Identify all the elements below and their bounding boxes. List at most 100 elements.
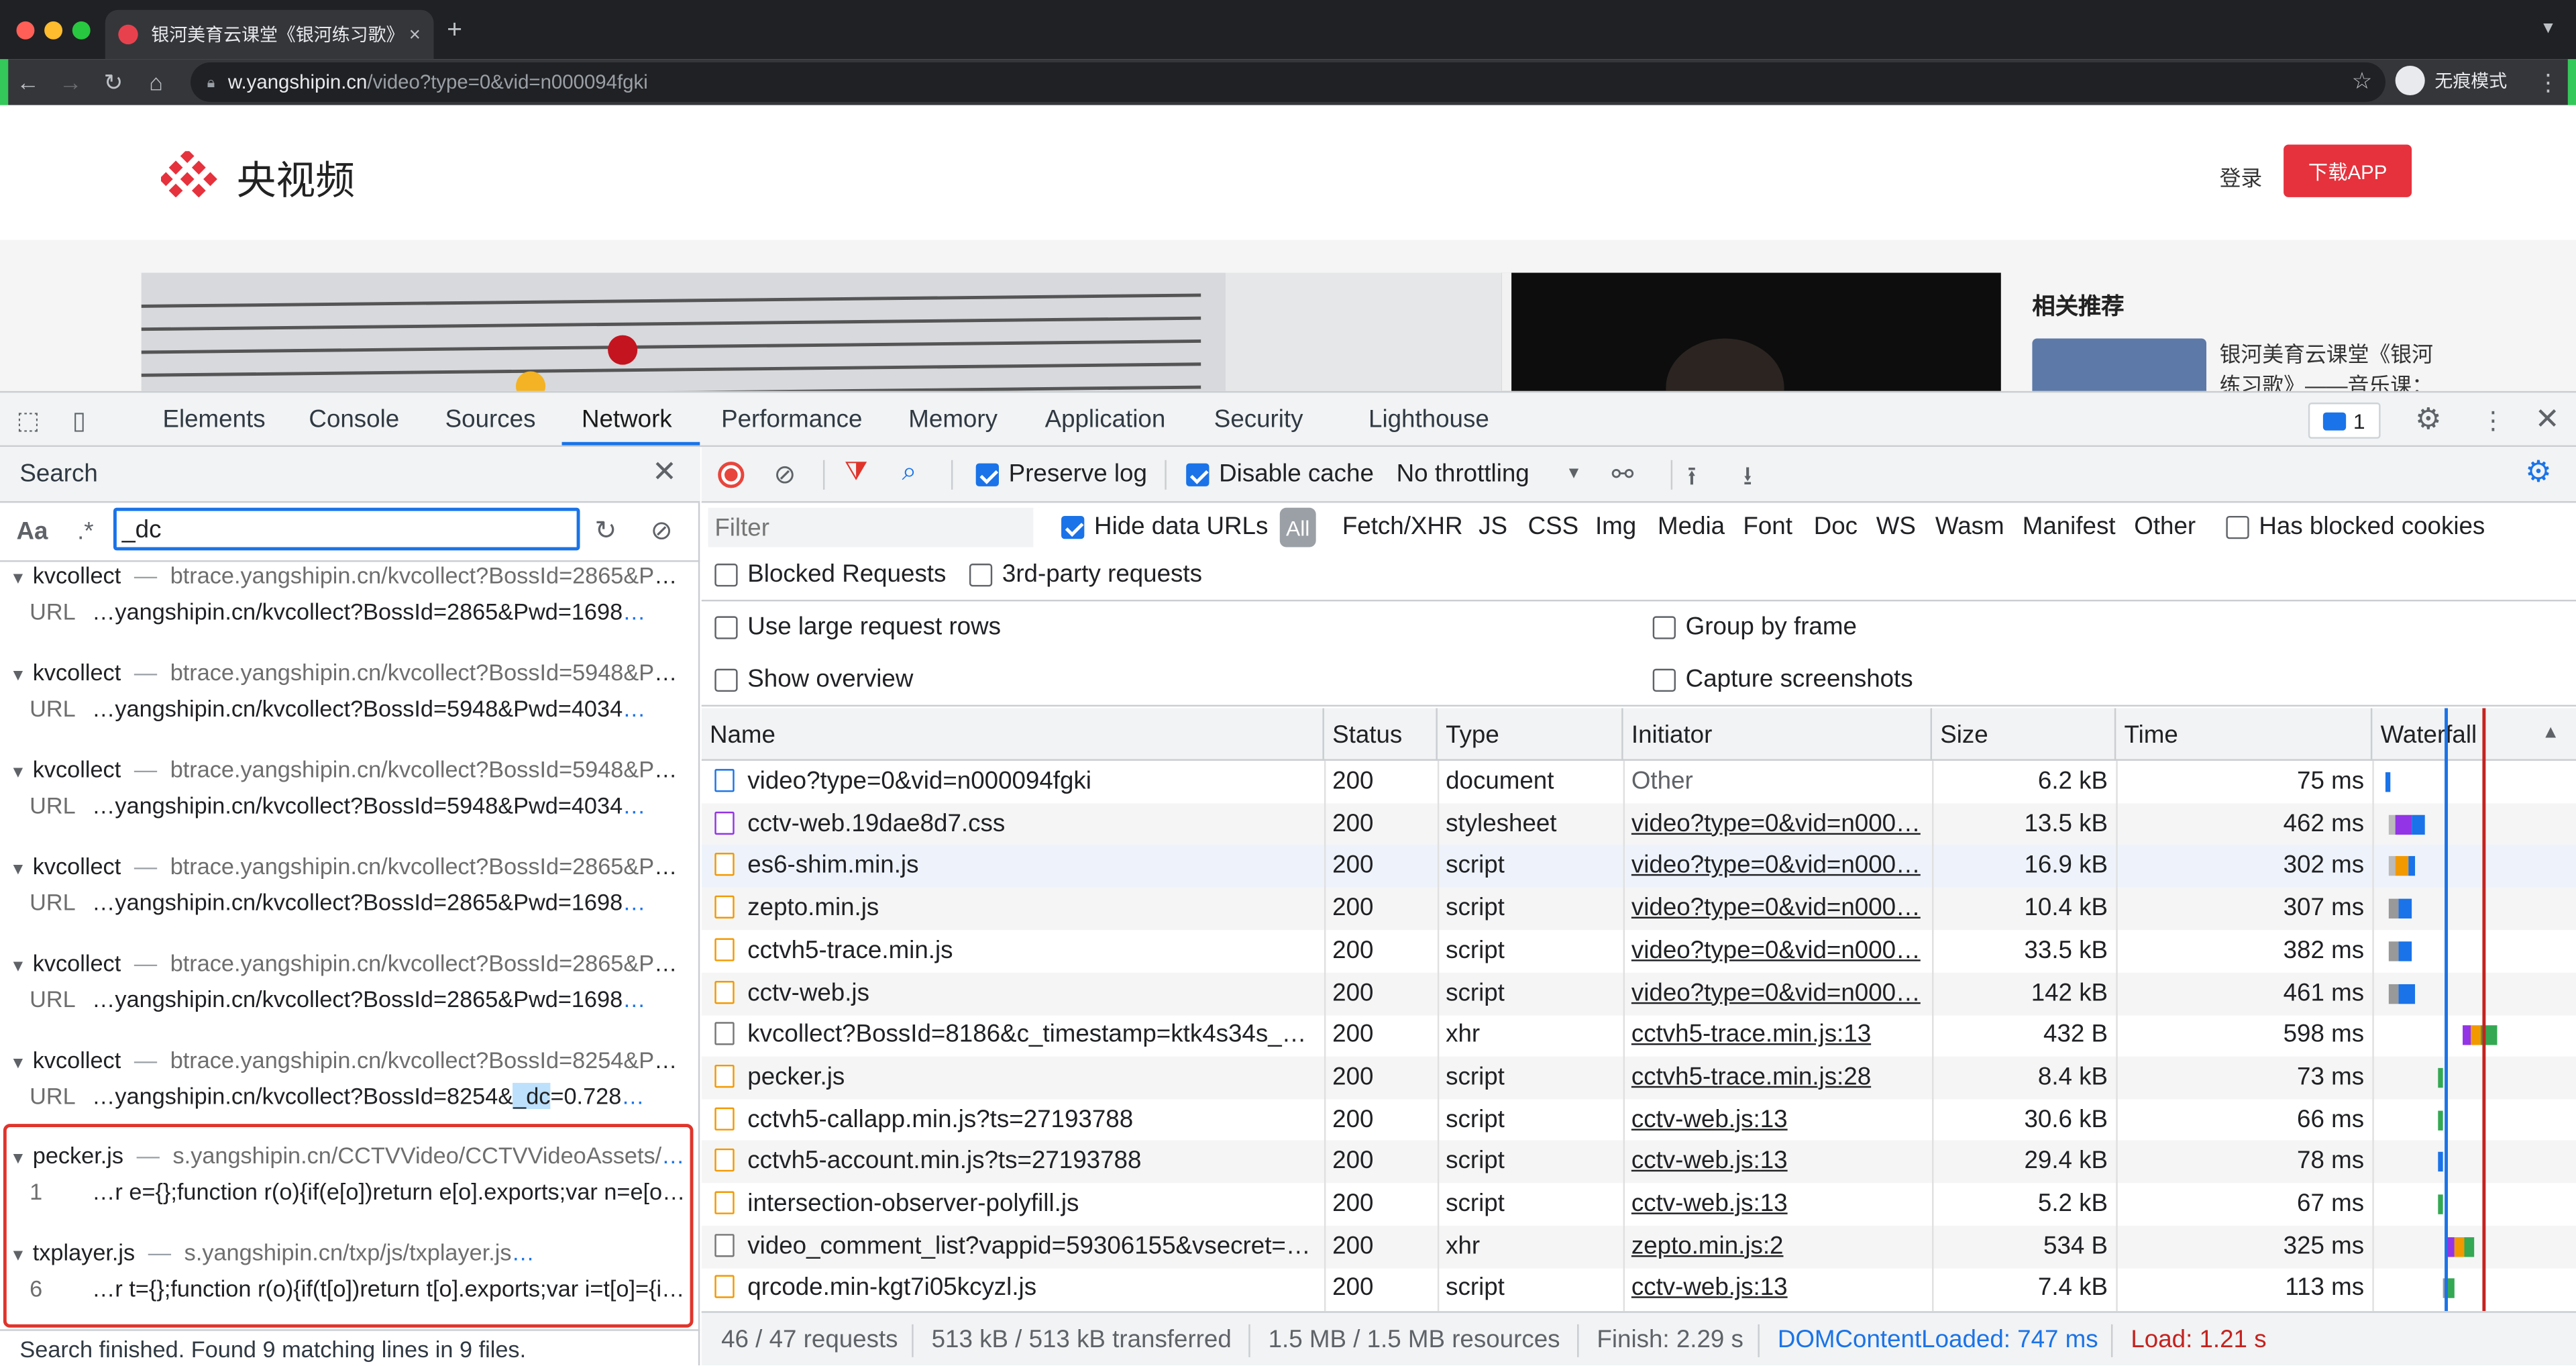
browser-menu-icon[interactable]: ⋮: [2536, 69, 2559, 97]
request-initiator[interactable]: cctv-web.js:13: [1623, 1098, 1932, 1141]
type-filter-fetch-xhr[interactable]: Fetch/XHR: [1342, 513, 1463, 541]
search-result-line[interactable]: URL …yangshipin.cn/kvcollect?BossId=8254&…: [30, 1082, 690, 1119]
search-result-group[interactable]: ▼ kvcollect — btrace.yangshipin.cn/kvcollec…: [0, 853, 700, 945]
request-name-cell[interactable]: kvcollect?BossId=8186&c_timestamp=ktk4s3…: [702, 1014, 1324, 1057]
table-row[interactable]: cctvh5-trace.min.js 200 script video?type=0…: [702, 930, 2576, 973]
tab-console[interactable]: Console: [309, 406, 399, 434]
tab-close-icon[interactable]: ×: [409, 23, 421, 46]
related-video-thumbnail[interactable]: [2032, 338, 2207, 391]
request-name-cell[interactable]: video?type=0&vid=n000094fgki: [702, 761, 1324, 804]
request-initiator[interactable]: cctv-web.js:13: [1623, 1141, 1932, 1184]
search-result-file[interactable]: ▼ kvcollect — btrace.yangshipin.cn/kvcollec…: [10, 659, 690, 695]
column-header-status[interactable]: Status: [1324, 708, 1438, 761]
disable-cache-checkbox[interactable]: Disable cache: [1186, 460, 1374, 488]
type-filter-css[interactable]: CSS: [1528, 513, 1579, 541]
type-filter-js[interactable]: JS: [1479, 513, 1507, 541]
tab-search-icon[interactable]: ▼: [2540, 19, 2556, 38]
column-header-initiator[interactable]: Initiator: [1623, 708, 1933, 761]
column-header-time[interactable]: Time: [2116, 708, 2373, 761]
search-result-file[interactable]: ▼ kvcollect — btrace.yangshipin.cn/kvcollec…: [10, 950, 690, 986]
table-row[interactable]: cctv-web.js 200 script video?type=0&vid=n00…: [701, 971, 2576, 1015]
type-filter-doc[interactable]: Doc: [1814, 513, 1858, 541]
new-tab-button[interactable]: +: [447, 16, 462, 46]
tab-security[interactable]: Security: [1214, 406, 1303, 434]
capture-screenshots-checkbox[interactable]: Capture screenshots: [1652, 666, 1913, 693]
type-filter-img[interactable]: Img: [1595, 513, 1636, 541]
expand-triangle-icon[interactable]: ▼: [10, 667, 26, 685]
tab-network[interactable]: Network: [582, 406, 672, 434]
expand-triangle-icon[interactable]: ▼: [10, 570, 26, 588]
request-name-cell[interactable]: zepto.min.js: [702, 888, 1324, 931]
issues-badge[interactable]: 1: [2308, 403, 2381, 439]
search-result-file[interactable]: ▼ kvcollect — btrace.yangshipin.cn/kvcollec…: [10, 562, 690, 598]
request-initiator[interactable]: video?type=0&vid=n000…: [1623, 930, 1932, 973]
type-filter-ws[interactable]: WS: [1876, 513, 1916, 541]
clear-search-icon[interactable]: ⊘: [651, 515, 673, 547]
request-initiator[interactable]: video?type=0&vid=n000…: [1623, 845, 1932, 888]
table-row[interactable]: qrcode.min-kgt7i05kcyzl.js 200 script cctv-…: [702, 1267, 2576, 1310]
device-toolbar-icon[interactable]: ▯: [72, 406, 86, 435]
filter-icon[interactable]: ⧩: [845, 458, 868, 488]
refresh-search-icon[interactable]: ↻: [595, 515, 617, 547]
search-result-line[interactable]: URL …yangshipin.cn/kvcollect?BossId=2865&…: [30, 889, 690, 925]
close-devtools-icon[interactable]: ✕: [2535, 403, 2560, 437]
maximize-window-button[interactable]: [72, 21, 91, 40]
request-initiator[interactable]: video?type=0&vid=n000…: [1623, 803, 1932, 846]
filter-input[interactable]: [708, 507, 1034, 547]
type-filter-media[interactable]: Media: [1658, 513, 1725, 541]
request-name-cell[interactable]: pecker.js: [702, 1056, 1324, 1099]
request-name-cell[interactable]: cctvh5-account.min.js?ts=27193788: [702, 1141, 1324, 1184]
tab-memory[interactable]: Memory: [908, 406, 998, 434]
incognito-indicator[interactable]: 无痕模式: [2395, 65, 2507, 96]
type-filter-other[interactable]: Other: [2134, 513, 2196, 541]
reload-icon[interactable]: ↻: [92, 68, 135, 97]
search-result-group[interactable]: ▼ kvcollect — btrace.yangshipin.cn/kvcollec…: [0, 659, 700, 751]
search-result-group[interactable]: ▼ kvcollect — btrace.yangshipin.cn/kvcollec…: [0, 756, 700, 848]
request-name-cell[interactable]: es6-shim.min.js: [702, 845, 1324, 888]
import-har-icon[interactable]: ⭱: [1687, 458, 1697, 503]
table-row[interactable]: video?type=0&vid=n000094fgki 200 document O…: [702, 761, 2576, 804]
type-filter-manifest[interactable]: Manifest: [2023, 513, 2116, 541]
large-rows-checkbox[interactable]: Use large request rows: [714, 613, 1001, 641]
search-result-group[interactable]: ▼ kvcollect — btrace.yangshipin.cn/kvcollec…: [0, 562, 700, 654]
browser-tab[interactable]: 银河美育云课堂《银河练习歌》 ×: [105, 9, 434, 60]
minimize-window-button[interactable]: [44, 21, 63, 40]
request-initiator[interactable]: video?type=0&vid=n000…: [1623, 888, 1932, 931]
forward-arrow-icon[interactable]: →: [49, 69, 92, 95]
record-button[interactable]: [718, 462, 745, 488]
site-logo-text[interactable]: 央视频: [237, 148, 355, 205]
devtools-menu-icon[interactable]: ⋮: [2481, 406, 2506, 435]
request-initiator[interactable]: cctvh5-trace.min.js:13: [1623, 1014, 1932, 1057]
search-result-group[interactable]: ▼ kvcollect — btrace.yangshipin.cn/kvcollec…: [0, 950, 700, 1042]
request-name-cell[interactable]: cctvh5-trace.min.js: [702, 930, 1324, 973]
type-filter-font[interactable]: Font: [1743, 513, 1792, 541]
table-row[interactable]: zepto.min.js 200 script video?type=0&vid=n0…: [701, 887, 2576, 931]
tab-lighthouse[interactable]: Lighthouse: [1368, 406, 1489, 434]
settings-gear-icon[interactable]: ⚙: [2415, 403, 2442, 437]
column-header-type[interactable]: Type: [1438, 708, 1623, 761]
expand-triangle-icon[interactable]: ▼: [10, 764, 26, 782]
export-har-icon[interactable]: ⭳: [1743, 458, 1752, 503]
address-bar[interactable]: 🔒︎ w.yangshipin.cn /video?type=0&vid=n00…: [191, 62, 2385, 102]
expand-triangle-icon[interactable]: ▼: [10, 1055, 26, 1073]
search-result-file[interactable]: ▼ kvcollect — btrace.yangshipin.cn/kvcollec…: [10, 756, 690, 792]
clear-log-icon[interactable]: ⊘: [773, 458, 796, 491]
lock-icon[interactable]: 🔒︎: [207, 73, 215, 91]
request-initiator[interactable]: cctv-web.js:13: [1623, 1183, 1932, 1226]
column-header-name[interactable]: Name: [702, 708, 1324, 761]
request-initiator[interactable]: cctv-web.js:13: [1623, 1267, 1932, 1310]
yangshipin-logo-icon[interactable]: [161, 151, 220, 197]
request-initiator[interactable]: video?type=0&vid=n000…: [1623, 972, 1932, 1015]
video-player[interactable]: [141, 272, 2001, 391]
tab-sources[interactable]: Sources: [445, 406, 536, 434]
network-conditions-icon[interactable]: ⚯: [1611, 458, 1633, 491]
request-name-cell[interactable]: cctv-web.19dae8d7.css: [702, 803, 1324, 846]
has-blocked-cookies-checkbox[interactable]: Has blocked cookies: [2226, 513, 2485, 541]
column-header-waterfall[interactable]: Waterfall ▲: [2372, 708, 2576, 761]
back-arrow-icon[interactable]: ←: [7, 69, 50, 95]
chevron-down-icon[interactable]: ▼: [1566, 465, 1582, 483]
related-video-title[interactable]: 银河美育云课堂《银河练习歌》——音乐课：: [2220, 338, 2450, 390]
search-input[interactable]: [113, 507, 580, 551]
third-party-requests-checkbox[interactable]: 3rd-party requests: [969, 560, 1202, 588]
request-name-cell[interactable]: qrcode.min-kgt7i05kcyzl.js: [702, 1267, 1324, 1310]
